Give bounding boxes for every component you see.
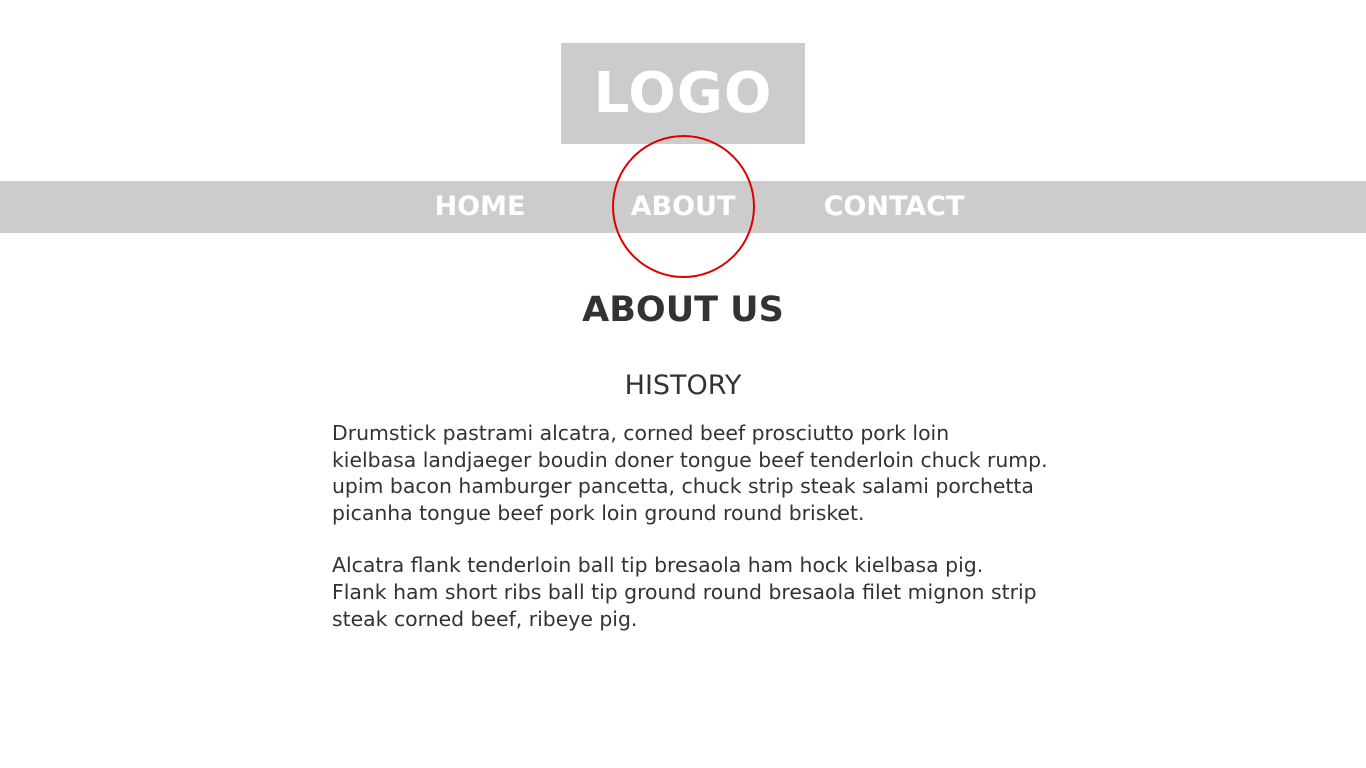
nav-item-about[interactable]: ABOUT <box>631 181 736 233</box>
history-content: Drumstick pastrami alcatra, corned beef … <box>332 420 1072 658</box>
site-logo[interactable]: LOGO <box>561 43 805 144</box>
section-title-history: HISTORY <box>624 370 742 401</box>
nav-item-contact[interactable]: CONTACT <box>824 181 965 233</box>
logo-text: LOGO <box>593 60 773 126</box>
main-nav-bar: HOME ABOUT CONTACT <box>0 181 1366 233</box>
history-paragraph-1: Drumstick pastrami alcatra, corned beef … <box>332 421 1048 525</box>
history-paragraph-2: Alcatra flank tenderloin ball tip bresao… <box>332 553 1037 631</box>
nav-item-home[interactable]: HOME <box>435 181 526 233</box>
page-title: ABOUT US <box>582 290 784 330</box>
